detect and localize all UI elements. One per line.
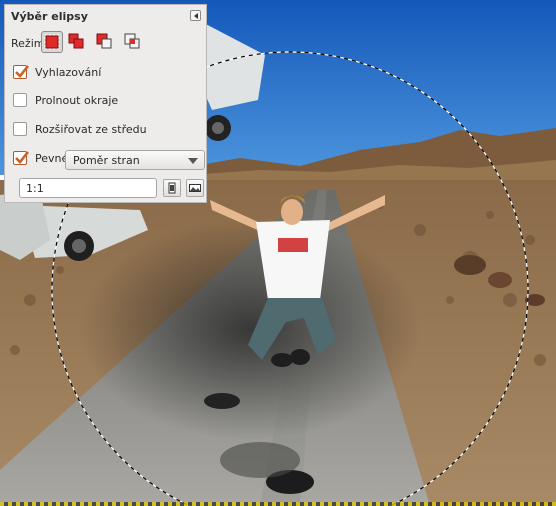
- chevron-down-icon: [188, 158, 198, 164]
- landscape-button[interactable]: [186, 179, 204, 197]
- fixed-checkbox[interactable]: [13, 151, 30, 165]
- panel-title: Výběr elipsy: [11, 10, 88, 23]
- intersect-mode-icon: [124, 33, 140, 49]
- feather-label: Prolnout okraje: [35, 94, 119, 107]
- replace-mode-button[interactable]: [41, 31, 63, 53]
- tool-options-panel: Výběr elipsy Režim: Vyhlazování Prolnout…: [4, 4, 207, 203]
- subtract-mode-button[interactable]: [94, 31, 116, 53]
- subtract-mode-icon: [96, 33, 112, 49]
- panel-menu-button[interactable]: [190, 10, 201, 21]
- intersect-mode-button[interactable]: [122, 31, 144, 53]
- portrait-icon: [168, 182, 176, 194]
- antialiasing-label: Vyhlazování: [35, 66, 102, 79]
- antialiasing-checkbox[interactable]: [13, 65, 30, 79]
- landscape-icon: [189, 184, 201, 192]
- expand-from-center-label: Rozšiřovat ze středu: [35, 123, 147, 136]
- add-mode-button[interactable]: [66, 31, 88, 53]
- aspect-ratio-input[interactable]: 1:1: [19, 178, 157, 198]
- add-mode-icon: [68, 33, 84, 49]
- checkmark-icon: [15, 65, 30, 78]
- expand-from-center-checkbox[interactable]: [13, 122, 27, 136]
- checkmark-icon: [15, 151, 30, 164]
- fixed-mode-value: Poměr stran: [73, 154, 140, 167]
- replace-mode-icon: [44, 34, 60, 50]
- feather-checkbox[interactable]: [13, 93, 27, 107]
- selection-edge-strip: [0, 502, 556, 506]
- portrait-button[interactable]: [163, 179, 181, 197]
- fixed-mode-dropdown[interactable]: Poměr stran: [65, 150, 205, 170]
